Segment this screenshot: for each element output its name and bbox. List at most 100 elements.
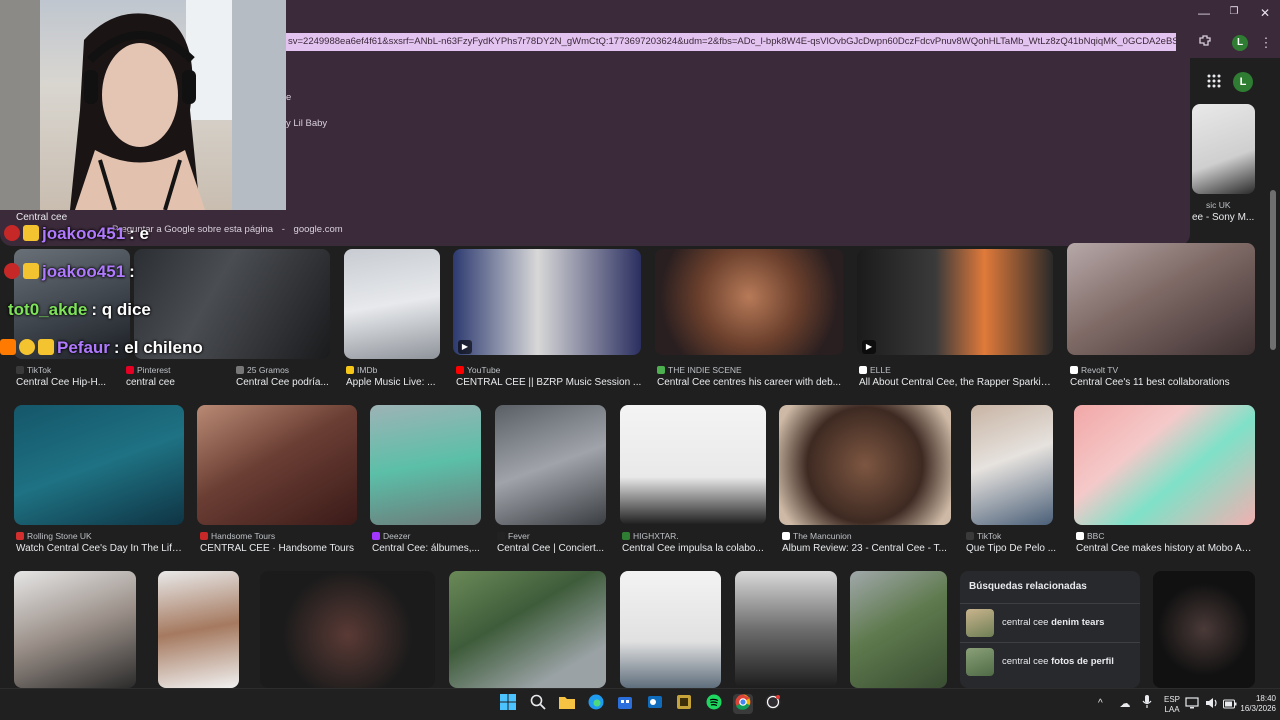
image-result-thumbnail[interactable] (495, 405, 606, 525)
image-result-caption[interactable]: All About Central Cee, the Rapper Sparki… (859, 377, 1051, 388)
image-result-source: ELLE (859, 365, 1055, 375)
image-result-thumbnail[interactable] (620, 571, 721, 688)
tray-chevron-icon[interactable]: ^ (1098, 698, 1103, 709)
image-result-caption[interactable]: Album Review: 23 - Central Cee - T... (782, 543, 950, 554)
spotify-icon[interactable] (704, 694, 724, 714)
image-result-source: Pinterest (126, 365, 226, 375)
badge-icon (4, 263, 20, 279)
chrome-icon[interactable] (733, 694, 753, 714)
image-result-caption[interactable]: Central Cee centres his career with deb.… (657, 377, 843, 388)
webcam-overlay (0, 0, 286, 210)
outlook-icon[interactable] (645, 694, 665, 714)
file-explorer-icon[interactable] (557, 694, 577, 714)
windows-start-icon[interactable] (498, 694, 518, 714)
network-icon[interactable] (1182, 694, 1202, 714)
related-search-item[interactable]: central cee denim tears (960, 603, 1140, 641)
app-icon[interactable] (674, 694, 694, 714)
image-result-thumbnail[interactable] (779, 405, 951, 525)
menu-kebab-icon[interactable]: ⋮ (1257, 34, 1275, 52)
image-result-thumbnail[interactable] (158, 571, 239, 688)
store-icon[interactable] (615, 694, 635, 714)
suggestion-text[interactable]: e (286, 92, 291, 103)
image-result-thumbnail[interactable] (971, 405, 1053, 525)
image-result-thumbnail[interactable] (449, 571, 606, 688)
image-result-thumbnail[interactable] (260, 571, 435, 688)
source-favicon-icon (456, 366, 464, 374)
image-result-thumbnail[interactable] (620, 405, 766, 525)
image-result-thumbnail[interactable] (857, 249, 1053, 355)
image-result-source: THE INDIE SCENE (657, 365, 843, 375)
image-result-caption[interactable]: Central Cee makes history at Mobo Aw... (1076, 543, 1254, 554)
image-result-caption[interactable]: Central Cee Hip-H... (16, 377, 122, 388)
image-result-caption[interactable]: Watch Central Cee's Day In The Life... (16, 543, 184, 554)
image-result-thumbnail[interactable] (197, 405, 357, 525)
image-result-thumbnail[interactable] (370, 405, 481, 525)
crown-icon (38, 339, 54, 355)
badge-icon (4, 225, 20, 241)
image-result-thumbnail[interactable] (1067, 243, 1255, 355)
source-favicon-icon (126, 366, 134, 374)
extensions-icon[interactable] (1196, 34, 1214, 52)
image-result-thumbnail[interactable] (850, 571, 947, 688)
edge-browser-icon[interactable] (586, 694, 606, 714)
obs-icon[interactable] (763, 694, 783, 714)
image-result-caption[interactable]: ee - Sony M... (1192, 212, 1262, 223)
minimize-button[interactable]: — (1194, 6, 1214, 20)
image-result-thumbnail[interactable] (344, 249, 440, 359)
crown-icon (23, 225, 39, 241)
image-result-caption[interactable]: Que Tipo De Pelo ... (966, 543, 1062, 554)
image-result-source: Revolt TV (1070, 365, 1256, 375)
source-favicon-icon (622, 532, 630, 540)
account-avatar[interactable]: L (1233, 72, 1253, 92)
chat-username: tot0_akde (8, 300, 88, 319)
image-result-caption[interactable]: Central Cee podría... (236, 377, 336, 388)
image-result-caption[interactable]: central cee (126, 377, 226, 388)
image-result-source: YouTube (456, 365, 642, 375)
microphone-icon[interactable] (1137, 694, 1157, 714)
image-result-thumbnail[interactable] (1074, 405, 1255, 525)
maximize-button[interactable]: ❐ (1224, 6, 1244, 17)
screen: — ❐ ✕ sv=2249988ea6ef4f61&sxsrf=ANbL-n63… (0, 0, 1280, 720)
related-search-item[interactable]: central cee fotos de perfil (960, 642, 1140, 680)
google-apps-icon[interactable] (1206, 74, 1222, 90)
clock[interactable]: 18:40 16/3/2026 (1226, 694, 1276, 714)
image-result-caption[interactable]: Central Cee | Conciert... (497, 543, 607, 554)
language-indicator[interactable]: ESP LAA (1160, 695, 1184, 715)
image-result-thumbnail[interactable] (1192, 104, 1255, 194)
webcam-label: Central cee (16, 212, 68, 223)
chat-message: Pefaur: el chileno (0, 338, 203, 358)
image-result-thumbnail[interactable] (1153, 571, 1255, 688)
image-result-thumbnail[interactable] (453, 249, 641, 355)
image-result-thumbnail[interactable] (14, 571, 136, 688)
suggestion-text[interactable]: y Lil Baby (286, 118, 327, 129)
chat-message: joakoo451: (4, 262, 135, 282)
image-result-source: IMDb (346, 365, 442, 375)
related-search-thumbnail (966, 648, 994, 676)
image-result-caption[interactable]: Apple Music Live: ... (346, 377, 442, 388)
image-result-source: TikTok (966, 531, 1062, 541)
source-favicon-icon (1070, 366, 1078, 374)
image-result-caption[interactable]: Central Cee impulsa la colabo... (622, 543, 768, 554)
chat-username: joakoo451 (42, 262, 126, 281)
close-button[interactable]: ✕ (1255, 6, 1275, 20)
cloud-icon[interactable]: ☁ (1115, 694, 1135, 714)
page-scrollbar[interactable] (1270, 190, 1276, 350)
chat-text: : e (129, 224, 149, 243)
clock-date: 16/3/2026 (1240, 704, 1276, 713)
image-result-caption[interactable]: CENTRAL CEE || BZRP Music Session ... (456, 377, 642, 388)
profile-avatar[interactable]: L (1232, 35, 1248, 51)
image-result-thumbnail[interactable] (14, 405, 184, 525)
image-result-caption[interactable]: Central Cee: álbumes,... (372, 543, 482, 554)
image-result-caption[interactable]: CENTRAL CEE · Handsome Tours (200, 543, 358, 554)
image-result-thumbnail[interactable] (735, 571, 837, 688)
source-favicon-icon (497, 532, 505, 540)
ask-google-site: google.com (293, 224, 343, 235)
source-favicon-icon (16, 366, 24, 374)
image-result-source: HIGHXTAR. (622, 531, 768, 541)
image-result-caption[interactable]: Central Cee's 11 best collaborations (1070, 377, 1256, 388)
related-search-label: central cee fotos de perfil (1002, 656, 1114, 667)
volume-icon[interactable] (1202, 694, 1222, 714)
address-bar[interactable]: sv=2249988ea6ef4f61&sxsrf=ANbL-n63FzyFyd… (286, 33, 1176, 51)
image-result-thumbnail[interactable] (655, 249, 843, 355)
search-icon[interactable] (528, 694, 548, 714)
